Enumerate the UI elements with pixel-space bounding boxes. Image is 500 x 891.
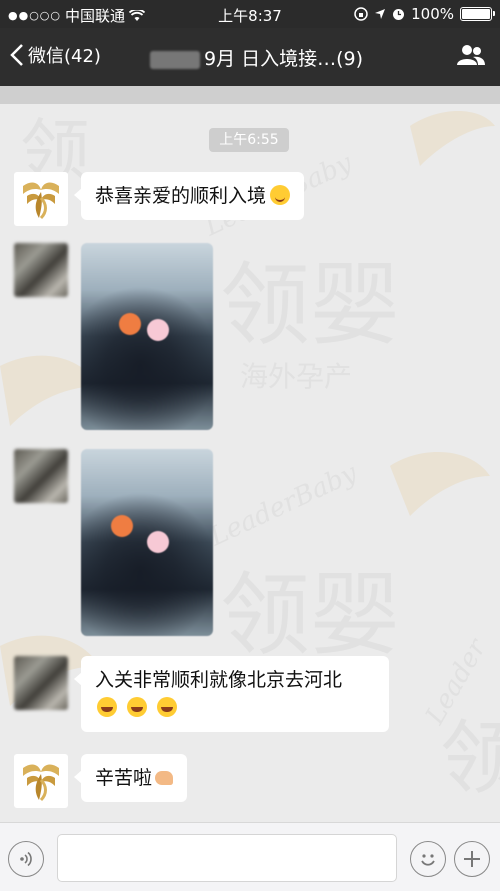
- message-input[interactable]: [57, 834, 397, 882]
- location-icon: [375, 9, 386, 19]
- timestamp-badge: 上午6:55: [209, 128, 289, 152]
- laugh-emoji-icon: [127, 697, 148, 717]
- status-bar: ●●○○○ 中国联通 上午8:37 100%: [0, 0, 500, 28]
- face-sticker-girl: [147, 531, 169, 553]
- input-bar: [0, 822, 500, 891]
- svg-text:海外孕产: 海外孕产: [240, 360, 352, 393]
- rotation-lock-icon: [354, 7, 368, 21]
- voice-button[interactable]: [8, 841, 44, 877]
- more-button[interactable]: [454, 841, 490, 877]
- svg-text:领婴: 领婴: [220, 563, 400, 668]
- nav-bar: 微信(42) 9月 日入境接…(9): [0, 28, 500, 86]
- message-bubble-5[interactable]: 辛苦啦: [73, 754, 188, 802]
- avatar-user[interactable]: [14, 243, 68, 297]
- back-button[interactable]: 微信(42): [10, 42, 101, 68]
- face-sticker-boy: [111, 515, 133, 537]
- brand-logo-icon: [23, 764, 59, 802]
- face-sticker-boy: [119, 313, 141, 335]
- message-bubble-1[interactable]: 恭喜亲爱的顺利入境: [73, 172, 305, 220]
- message-text-4: 入关非常顺利就像北京去河北: [95, 669, 343, 691]
- plus-icon: [464, 851, 480, 867]
- face-sticker-girl: [147, 319, 169, 341]
- emoji-button[interactable]: [410, 841, 446, 877]
- laugh-emoji-icon: [97, 697, 117, 717]
- chat-title-text: 9月 日入境接…(9): [204, 48, 364, 70]
- avatar-logo[interactable]: [14, 754, 68, 808]
- photo-message-1[interactable]: [81, 243, 213, 430]
- laugh-emoji-row: [95, 694, 375, 722]
- message-text-5: 辛苦啦: [95, 767, 153, 789]
- ok-hand-emoji-icon: [155, 771, 174, 785]
- svg-text:领: 领: [440, 712, 500, 805]
- status-right: 100%: [354, 5, 495, 23]
- blurred-name: [150, 50, 200, 69]
- group-members-button[interactable]: [456, 44, 486, 70]
- laugh-emoji-icon: [157, 697, 178, 717]
- message-text-1: 恭喜亲爱的顺利入境: [95, 185, 267, 207]
- group-members-icon: [457, 45, 485, 65]
- battery-percent: 100%: [411, 5, 454, 23]
- emoji-icon: [421, 854, 435, 866]
- alarm-icon: [393, 8, 405, 20]
- svg-text:Leader: Leader: [420, 633, 494, 730]
- back-label: 微信(42): [28, 46, 101, 67]
- smile-emoji-icon: [270, 185, 291, 205]
- svg-text:领婴: 领婴: [220, 253, 400, 358]
- avatar-user[interactable]: [14, 656, 68, 710]
- brand-logo-icon: [23, 182, 59, 220]
- message-bubble-4[interactable]: 入关非常顺利就像北京去河北: [74, 656, 389, 732]
- photo-message-2[interactable]: [81, 449, 213, 636]
- svg-text:LeaderBaby: LeaderBaby: [204, 458, 362, 553]
- chat-title: 9月 日入境接…(9): [150, 44, 363, 71]
- battery-icon: [460, 7, 495, 21]
- voice-icon: [20, 851, 32, 867]
- avatar-user[interactable]: [14, 449, 68, 503]
- chat-area[interactable]: 领 领婴 领婴 领 LeaderBaby LeaderBaby Leader 海…: [0, 86, 500, 822]
- back-chevron-icon: [10, 44, 23, 66]
- partial-message-top: [0, 86, 500, 104]
- avatar-logo[interactable]: [14, 172, 68, 226]
